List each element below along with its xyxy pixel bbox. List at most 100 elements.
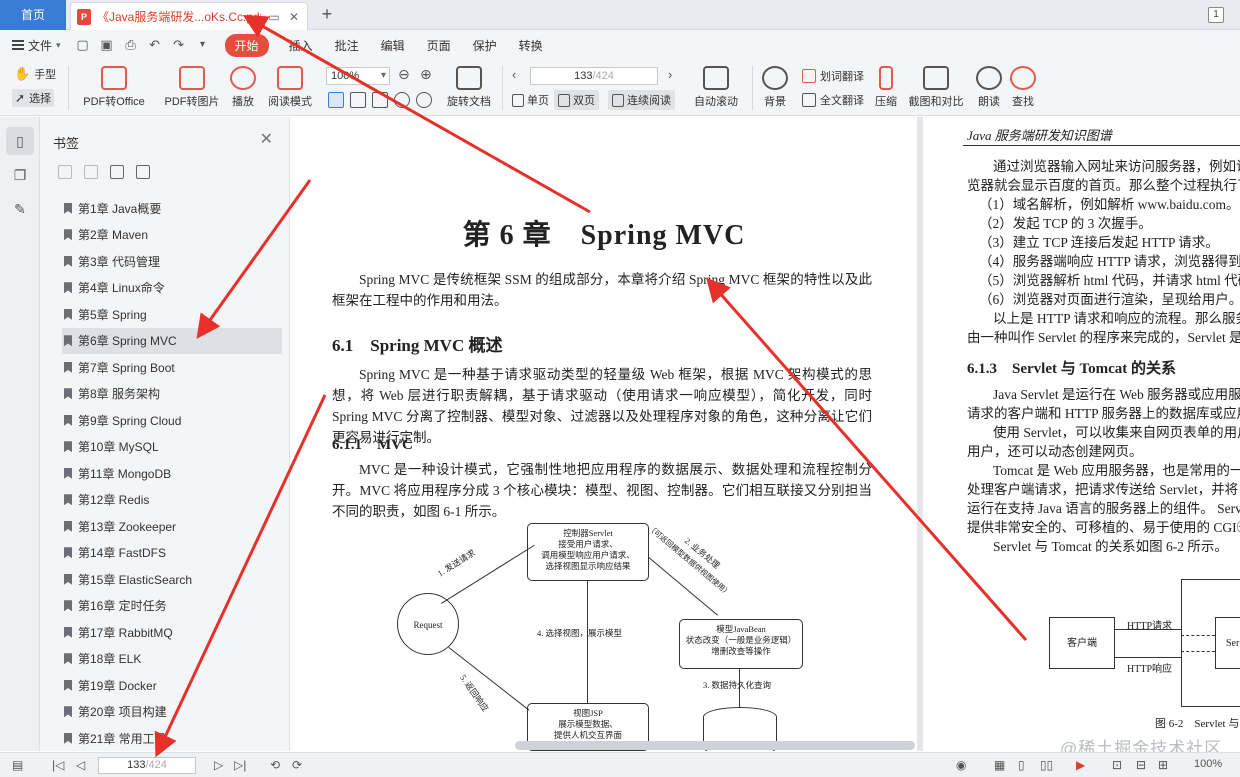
background-button[interactable]: 背景 (758, 66, 792, 109)
thumbnail-panel-button[interactable]: ❐ (6, 161, 34, 189)
forward-icon[interactable]: ⟳ (292, 758, 302, 772)
prev-page-icon[interactable]: ‹ (512, 67, 516, 82)
rotate-left-icon[interactable] (394, 92, 410, 108)
collapse-all-icon[interactable] (84, 165, 98, 179)
add-bookmark-icon[interactable] (110, 165, 124, 179)
menu-start[interactable]: 开始 (224, 33, 269, 57)
actual-size-icon[interactable] (372, 92, 388, 108)
word-translate-button[interactable]: 划词翻译 (802, 68, 864, 84)
bookmark-item[interactable]: 第7章 Spring Boot (62, 354, 282, 381)
bookmark-item-selected[interactable]: 第6章 Spring MVC (62, 327, 282, 354)
read-aloud-button[interactable]: 朗读 (974, 66, 1004, 109)
bookmark-item[interactable]: 第2章 Maven (62, 222, 282, 249)
menu-insert[interactable]: 插入 (289, 37, 313, 54)
rotate-document-button[interactable]: 旋转文档 (444, 66, 494, 109)
sidebar-toggle-icon[interactable]: ▤ (12, 758, 23, 772)
bookmark-item[interactable]: 第15章 ElasticSearch (62, 566, 282, 593)
bookmark-item[interactable]: 第17章 RabbitMQ (62, 619, 282, 646)
close-icon[interactable]: ✕ (287, 10, 301, 24)
select-tool-button[interactable]: ➚ 选择 (12, 89, 55, 107)
bookmark-item[interactable]: 第14章 FastDFS (62, 540, 282, 567)
double-page-button[interactable]: 双页 (554, 90, 599, 110)
fit-width-icon[interactable] (350, 92, 366, 108)
read-mode-button[interactable]: 阅读模式 (266, 66, 314, 109)
bookmark-item[interactable]: 第5章 Spring (62, 301, 282, 328)
bookmark-panel-button[interactable]: ▯ (6, 127, 34, 155)
play-button[interactable]: 播放 (228, 66, 258, 109)
fit-width-icon[interactable]: ⊟ (1136, 758, 1146, 772)
bookmark-item[interactable]: 第3章 代码管理 (62, 248, 282, 275)
bookmark-item[interactable]: 第13章 Zookeeper (62, 513, 282, 540)
bookmark-item[interactable]: 第11章 MongoDB (62, 460, 282, 487)
expand-all-icon[interactable] (58, 165, 72, 179)
text-line: 览器就会显示百度的首页。那么整个过程执行了怎 (967, 178, 1240, 193)
rotate-right-icon[interactable] (416, 92, 432, 108)
find-button[interactable]: 查找 (1008, 66, 1038, 109)
file-menu[interactable]: 文件 ▾ (12, 37, 61, 54)
menu-page[interactable]: 页面 (427, 37, 451, 54)
zoom-in-icon[interactable]: ⊕ (420, 66, 432, 83)
full-translate-button[interactable]: 全文翻译 (802, 92, 864, 108)
last-page-icon[interactable]: ▷| (234, 758, 246, 772)
document-viewport[interactable]: 第 6 章 Spring MVC Spring MVC 是传统框架 SSM 的组… (291, 117, 1240, 751)
eye-protect-icon[interactable]: ◉ (956, 758, 966, 772)
horizontal-scrollbar[interactable] (515, 741, 915, 750)
save-icon[interactable]: ▣ (99, 37, 115, 53)
next-page-icon[interactable]: ▷ (214, 758, 223, 772)
bookmark-item[interactable]: 第12章 Redis (62, 487, 282, 514)
pdf-to-office-button[interactable]: PDF转Office (78, 66, 150, 109)
play-icon[interactable]: ▶ (1076, 758, 1085, 772)
zoom-select[interactable]: 100% (326, 67, 390, 85)
auto-scroll-button[interactable]: 自动滚动 (688, 66, 744, 109)
page-number-input[interactable]: 133/424 (530, 67, 658, 85)
status-zoom-level[interactable]: 100% (1194, 758, 1222, 770)
bookmark-item[interactable]: 第18章 ELK (62, 646, 282, 673)
bookmark-icon (64, 626, 72, 638)
pdf-to-image-button[interactable]: PDF转图片 (162, 66, 222, 109)
menu-convert[interactable]: 转换 (519, 37, 543, 54)
compress-button[interactable]: 压缩 (872, 66, 900, 109)
bookmark-item[interactable]: 第19章 Docker (62, 672, 282, 699)
bookmark-item[interactable]: 第9章 Spring Cloud (62, 407, 282, 434)
bookmark-item[interactable]: 第4章 Linux命令 (62, 275, 282, 302)
new-tab-button[interactable]: + (316, 4, 338, 26)
pdf-page-right: Java 服务端研发知识图谱 通过浏览器输入网址来访问服务器，例如访 览器就会显… (923, 117, 1240, 751)
continuous-read-button[interactable]: 连续阅读 (608, 90, 675, 110)
single-view-icon[interactable]: ▯ (1018, 758, 1025, 772)
close-icon[interactable]: ✕ (260, 129, 273, 149)
window-icon[interactable]: ▭ (267, 10, 281, 24)
bookmark-item[interactable]: 第8章 服务架构 (62, 381, 282, 408)
customize-icon[interactable]: ▾ (195, 37, 211, 53)
zoom-out-icon[interactable]: ⊖ (398, 66, 410, 83)
redo-icon[interactable]: ↷ (171, 37, 187, 53)
bookmark-item[interactable]: 第1章 Java概要 (62, 195, 282, 222)
bookmark-item[interactable]: 第21章 常用工具 (62, 725, 282, 752)
print-icon[interactable]: ⎙ (123, 37, 139, 53)
open-folder-icon[interactable]: ▢ (75, 37, 91, 53)
menu-protect[interactable]: 保护 (473, 37, 497, 54)
prev-page-icon[interactable]: ◁ (76, 758, 85, 772)
annotation-panel-button[interactable]: ✎ (6, 195, 34, 223)
hand-tool-button[interactable]: ✋ 手型 (14, 66, 56, 82)
status-page-input[interactable]: 133/424 (98, 757, 196, 774)
tab-document[interactable]: P 《Java服务端研发...oKs.Cc.pdf ▭ ✕ (70, 2, 308, 30)
first-page-icon[interactable]: |◁ (52, 758, 64, 772)
screenshot-compare-button[interactable]: 截图和对比 (906, 66, 966, 109)
menu-annotate[interactable]: 批注 (335, 37, 359, 54)
tab-home[interactable]: 首页 (0, 0, 66, 30)
undo-icon[interactable]: ↶ (147, 37, 163, 53)
view-mode-icon[interactable]: ▦ (994, 758, 1005, 772)
actual-size-icon[interactable]: ⊞ (1158, 758, 1168, 772)
next-page-icon[interactable]: › (668, 67, 672, 82)
back-icon[interactable]: ⟲ (270, 758, 280, 772)
menu-edit[interactable]: 编辑 (381, 37, 405, 54)
single-page-button[interactable]: 单页 (508, 90, 553, 110)
fit-page-icon[interactable] (328, 92, 344, 108)
double-view-icon[interactable]: ▯▯ (1040, 758, 1053, 772)
window-count-badge[interactable]: 1 (1208, 7, 1224, 23)
bookmark-item[interactable]: 第16章 定时任务 (62, 593, 282, 620)
bookmark-item[interactable]: 第10章 MySQL (62, 434, 282, 461)
delete-bookmark-icon[interactable] (136, 165, 150, 179)
bookmark-item[interactable]: 第20章 项目构建 (62, 699, 282, 726)
fit-page-icon[interactable]: ⊡ (1112, 758, 1122, 772)
